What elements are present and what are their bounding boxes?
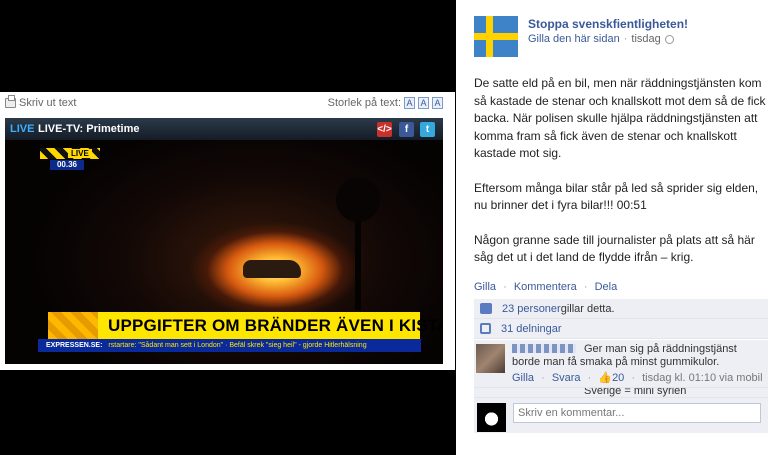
shares-summary: 31 delningar — [474, 319, 768, 339]
text-size-label: Storlek på text: — [327, 97, 401, 109]
text-size-small-button[interactable]: A — [404, 97, 415, 109]
globe-icon — [664, 34, 674, 44]
screenshot: Skriv ut text Storlek på text: A A A LIV… — [0, 0, 781, 455]
burning-car — [243, 260, 301, 278]
news-headline: UPPGIFTER OM BRÄNDER ÄVEN I KISTA — [108, 316, 443, 335]
thumbs-up-icon[interactable]: 👍 — [598, 372, 612, 384]
post-paragraph: Eftersom många bilar står på led så spri… — [474, 180, 759, 213]
likes-summary: 23 personer gillar detta. — [474, 299, 768, 319]
live-badge: LIVE 00.36 — [40, 148, 100, 171]
comment-like-link[interactable]: Gilla — [512, 372, 534, 384]
facebook-icon[interactable]: f — [399, 122, 414, 137]
live-label: LIVE — [10, 123, 35, 135]
post-paragraph: Någon granne sade till journalister på p… — [474, 232, 755, 265]
facebook-post-panel: Stoppa svenskfientligheten! Gilla den hä… — [456, 0, 781, 455]
video-frame: LIVE 00.36 UPPGIFTER OM BRÄNDER ÄVEN I K… — [5, 140, 443, 364]
text-size-large-button[interactable]: A — [432, 97, 443, 109]
comment-text: Ger man sig på räddningstjänst borde man… — [512, 343, 737, 368]
likes-count-link[interactable]: 23 personer — [502, 303, 561, 315]
comment-text: Sverige = mini syrien — [584, 388, 687, 397]
shares-count-link[interactable]: 31 delningar — [501, 323, 562, 335]
video-player[interactable]: LIVE LIVE-TV: Primetime </> f t LIVE 00.… — [5, 118, 443, 364]
page-avatar[interactable] — [474, 16, 518, 57]
twitter-icon[interactable]: t — [420, 122, 435, 137]
badge-live-label: LIVE — [68, 149, 92, 158]
comment-meta: Gilla · Svara · 👍20 · tisdag kl. 01:10 v… — [512, 372, 763, 384]
comment-composer — [474, 398, 768, 433]
ticker-text: rstartare: "Sådant man sett i London" · … — [108, 342, 367, 349]
thumbs-up-icon — [480, 303, 492, 314]
comment: Ger man sig på räddningstjänst borde man… — [474, 340, 768, 388]
video-header: LIVE LIVE-TV: Primetime </> f t — [5, 118, 443, 140]
embed-icon[interactable]: </> — [377, 122, 392, 137]
like-page-link[interactable]: Gilla den här sidan — [528, 33, 620, 45]
comment-input[interactable] — [513, 403, 761, 423]
post-text: De satte eld på en bil, men när räddning… — [474, 75, 774, 284]
user-avatar — [477, 403, 506, 432]
page-name-link[interactable]: Stoppa svenskfientligheten! — [528, 17, 688, 31]
tree-silhouette — [336, 178, 380, 310]
comment: Sverige = mini syrien — [474, 388, 768, 398]
commenter-avatar[interactable] — [476, 344, 505, 373]
text-size-medium-button[interactable]: A — [418, 97, 429, 109]
article-toolbar: Skriv ut text Storlek på text: A A A — [0, 92, 455, 114]
share-icon — [480, 323, 491, 334]
likes-suffix: gillar detta. — [560, 302, 615, 315]
comment-likes-count[interactable]: 20 — [612, 372, 624, 384]
channel-title: LIVE-TV: Primetime — [38, 123, 140, 135]
post-meta: Gilla den här sidan · tisdag — [528, 33, 674, 45]
badge-time: 00.36 — [50, 160, 84, 170]
news-headline-bar: UPPGIFTER OM BRÄNDER ÄVEN I KISTA — [48, 312, 443, 339]
ticker-label: EXPRESSEN.SE: — [46, 342, 103, 349]
comment-time: tisdag kl. 01:10 via mobil — [642, 372, 763, 384]
post-time[interactable]: tisdag — [631, 33, 660, 45]
comment-link[interactable]: Kommentera — [514, 281, 577, 293]
print-text-label: Skriv ut text — [19, 97, 77, 109]
comment-reply-link[interactable]: Svara — [552, 372, 581, 384]
post-paragraph: De satte eld på en bil, men när räddning… — [474, 76, 766, 160]
share-link[interactable]: Dela — [595, 281, 618, 293]
print-text-link[interactable]: Skriv ut text — [5, 95, 77, 109]
news-ticker: EXPRESSEN.SE: rstartare: "Sådant man sett… — [38, 339, 421, 352]
like-link[interactable]: Gilla — [474, 281, 496, 293]
printer-icon — [5, 95, 16, 108]
article-widget: Skriv ut text Storlek på text: A A A LIV… — [0, 92, 455, 370]
post-actions: Gilla · Kommentera · Dela — [474, 281, 618, 293]
text-size-control: Storlek på text: A A A — [328, 97, 443, 109]
